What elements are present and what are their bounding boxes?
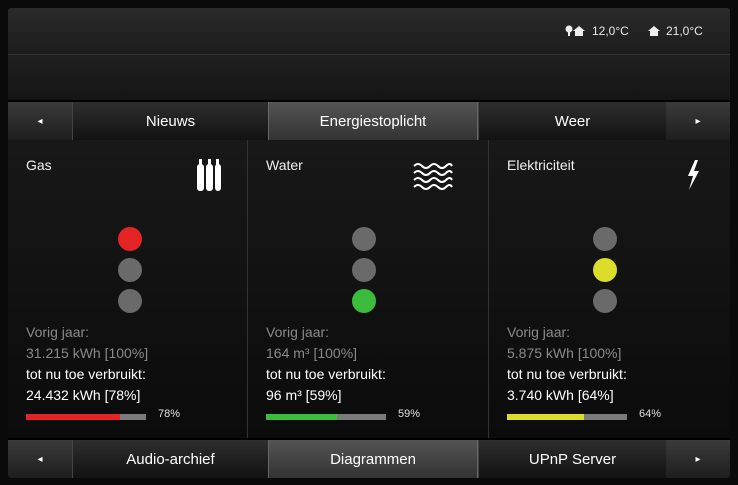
previous-year-label: Vorig jaar: <box>26 324 90 340</box>
used-so-far-label: tot nu toe verbruikt: <box>266 366 386 382</box>
traffic-light-middle <box>118 258 142 282</box>
used-so-far-value: 96 m³ [59%] <box>266 387 342 403</box>
previous-year-label: Vorig jaar: <box>266 324 330 340</box>
traffic-light-red <box>118 227 142 251</box>
traffic-light-bottom <box>118 289 142 313</box>
sub-header-bar <box>8 54 730 100</box>
tab-diagrammen[interactable]: Diagrammen <box>268 440 478 478</box>
progress-fill <box>507 414 584 420</box>
outdoor-temperature: 12,0°C <box>564 24 629 38</box>
status-bar: 12,0°C 21,0°C <box>8 8 730 54</box>
consumption-info: Vorig jaar: 164 m³ [100%] tot nu toe ver… <box>266 322 386 406</box>
previous-year-value: 164 m³ [100%] <box>266 345 358 361</box>
tab-weer[interactable]: Weer <box>478 102 666 140</box>
water-waves-icon <box>413 162 453 195</box>
traffic-light-top <box>593 227 617 251</box>
traffic-light-yellow <box>593 258 617 282</box>
bottom-tab-bar: ◂ Audio-archief Diagrammen UPnP Server ▸ <box>8 440 730 478</box>
gas-cylinders-icon <box>196 158 222 197</box>
panel-elektriciteit: Elektriciteit Vorig jaar: 5.875 kWh [100… <box>489 140 730 438</box>
top-next-arrow-button[interactable]: ▸ <box>666 102 730 140</box>
chevron-left-icon: ◂ <box>37 453 43 465</box>
chevron-left-icon: ◂ <box>37 115 43 127</box>
used-so-far-value: 24.432 kWh [78%] <box>26 387 141 403</box>
progress-bar <box>26 414 146 420</box>
used-so-far-value: 3.740 kWh [64%] <box>507 387 614 403</box>
panel-title: Water <box>266 157 303 173</box>
tab-audio-archief[interactable]: Audio-archief <box>72 440 268 478</box>
progress-percent: 59% <box>398 408 421 420</box>
traffic-light-green <box>352 289 376 313</box>
panel-title: Gas <box>26 157 52 173</box>
top-prev-arrow-button[interactable]: ◂ <box>8 102 72 140</box>
chevron-right-icon: ▸ <box>695 115 701 127</box>
previous-year-label: Vorig jaar: <box>507 324 571 340</box>
consumption-info: Vorig jaar: 5.875 kWh [100%] tot nu toe … <box>507 322 627 406</box>
panel-gas: Gas Vorig jaar: 31.215 kWh [100%] tot nu… <box>8 140 248 438</box>
traffic-light-middle <box>352 258 376 282</box>
progress-percent: 78% <box>158 408 181 420</box>
bottom-prev-arrow-button[interactable]: ◂ <box>8 440 72 478</box>
used-so-far-label: tot nu toe verbruikt: <box>26 366 146 382</box>
panel-water: Water Vorig jaar: 164 m³ [100%] tot nu t… <box>248 140 489 438</box>
previous-year-value: 31.215 kWh [100%] <box>26 345 149 361</box>
previous-year-value: 5.875 kWh [100%] <box>507 345 622 361</box>
outdoor-house-icon <box>564 25 586 37</box>
top-tab-bar: ◂ Nieuws Energiestoplicht Weer ▸ <box>8 102 730 140</box>
indoor-temperature: 21,0°C <box>648 24 703 38</box>
progress-fill <box>266 414 337 420</box>
chevron-right-icon: ▸ <box>695 453 701 465</box>
bottom-next-arrow-button[interactable]: ▸ <box>666 440 730 478</box>
house-icon <box>648 25 660 37</box>
progress-bar <box>266 414 386 420</box>
panel-title: Elektriciteit <box>507 157 575 173</box>
tab-upnp-server[interactable]: UPnP Server <box>478 440 666 478</box>
tab-energiestoplicht[interactable]: Energiestoplicht <box>268 102 478 140</box>
energy-panels: Gas Vorig jaar: 31.215 kWh [100%] tot nu… <box>8 140 730 438</box>
used-so-far-label: tot nu toe verbruikt: <box>507 366 627 382</box>
outdoor-temp-value: 12,0°C <box>592 24 629 38</box>
progress-bar <box>507 414 627 420</box>
indoor-temp-value: 21,0°C <box>666 24 703 38</box>
screen: 12,0°C 21,0°C ◂ Nieuws Energiestoplicht … <box>8 8 730 478</box>
tab-nieuws[interactable]: Nieuws <box>72 102 268 140</box>
consumption-info: Vorig jaar: 31.215 kWh [100%] tot nu toe… <box>26 322 148 406</box>
lightning-icon <box>685 160 701 195</box>
progress-percent: 64% <box>639 408 662 420</box>
traffic-light-top <box>352 227 376 251</box>
traffic-light-bottom <box>593 289 617 313</box>
progress-fill <box>26 414 120 420</box>
